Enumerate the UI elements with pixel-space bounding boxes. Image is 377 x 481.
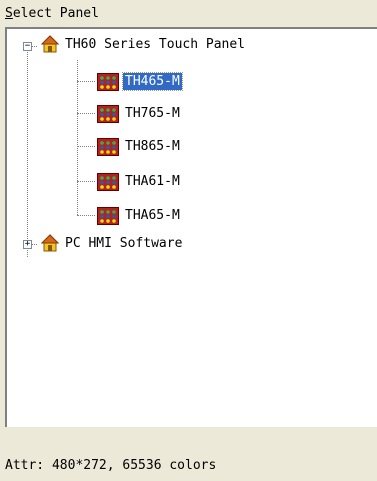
touch-panel-icon (97, 138, 119, 156)
group-label[interactable]: PC HMI Software (63, 235, 184, 252)
tree-connector (77, 215, 95, 216)
panel-tree[interactable]: − TH60 Series Touch Panel TH465-M TH765-… (5, 27, 377, 427)
group-label[interactable]: TH60 Series Touch Panel (63, 36, 247, 53)
accelerator-key: S (5, 6, 13, 21)
tree-connector (77, 146, 95, 147)
touch-panel-icon (97, 105, 119, 123)
touch-panel-icon (97, 73, 119, 91)
tree-item-tha65-m[interactable]: THA65-M (123, 207, 182, 224)
tree-connector (77, 60, 78, 215)
house-icon (41, 35, 59, 53)
tree-connector (77, 181, 95, 182)
tree-connector (77, 81, 95, 82)
tree-item-tha61-m[interactable]: THA61-M (123, 173, 182, 190)
tree-connector (77, 113, 95, 114)
expand-icon[interactable]: + (23, 240, 32, 249)
select-panel-label-text: elect Panel (12, 6, 99, 21)
tree-item-th865-m[interactable]: TH865-M (123, 138, 182, 155)
attr-status: Attr: 480*272, 65536 colors (5, 458, 217, 473)
touch-panel-icon (97, 173, 119, 191)
tree-item-th465-m[interactable]: TH465-M (122, 72, 183, 91)
collapse-icon[interactable]: − (23, 42, 32, 51)
select-panel-label: Select Panel (5, 6, 99, 22)
tree-item-th765-m[interactable]: TH765-M (123, 105, 182, 122)
touch-panel-icon (97, 207, 119, 225)
house-icon (41, 234, 59, 252)
tree-connector (27, 42, 28, 257)
